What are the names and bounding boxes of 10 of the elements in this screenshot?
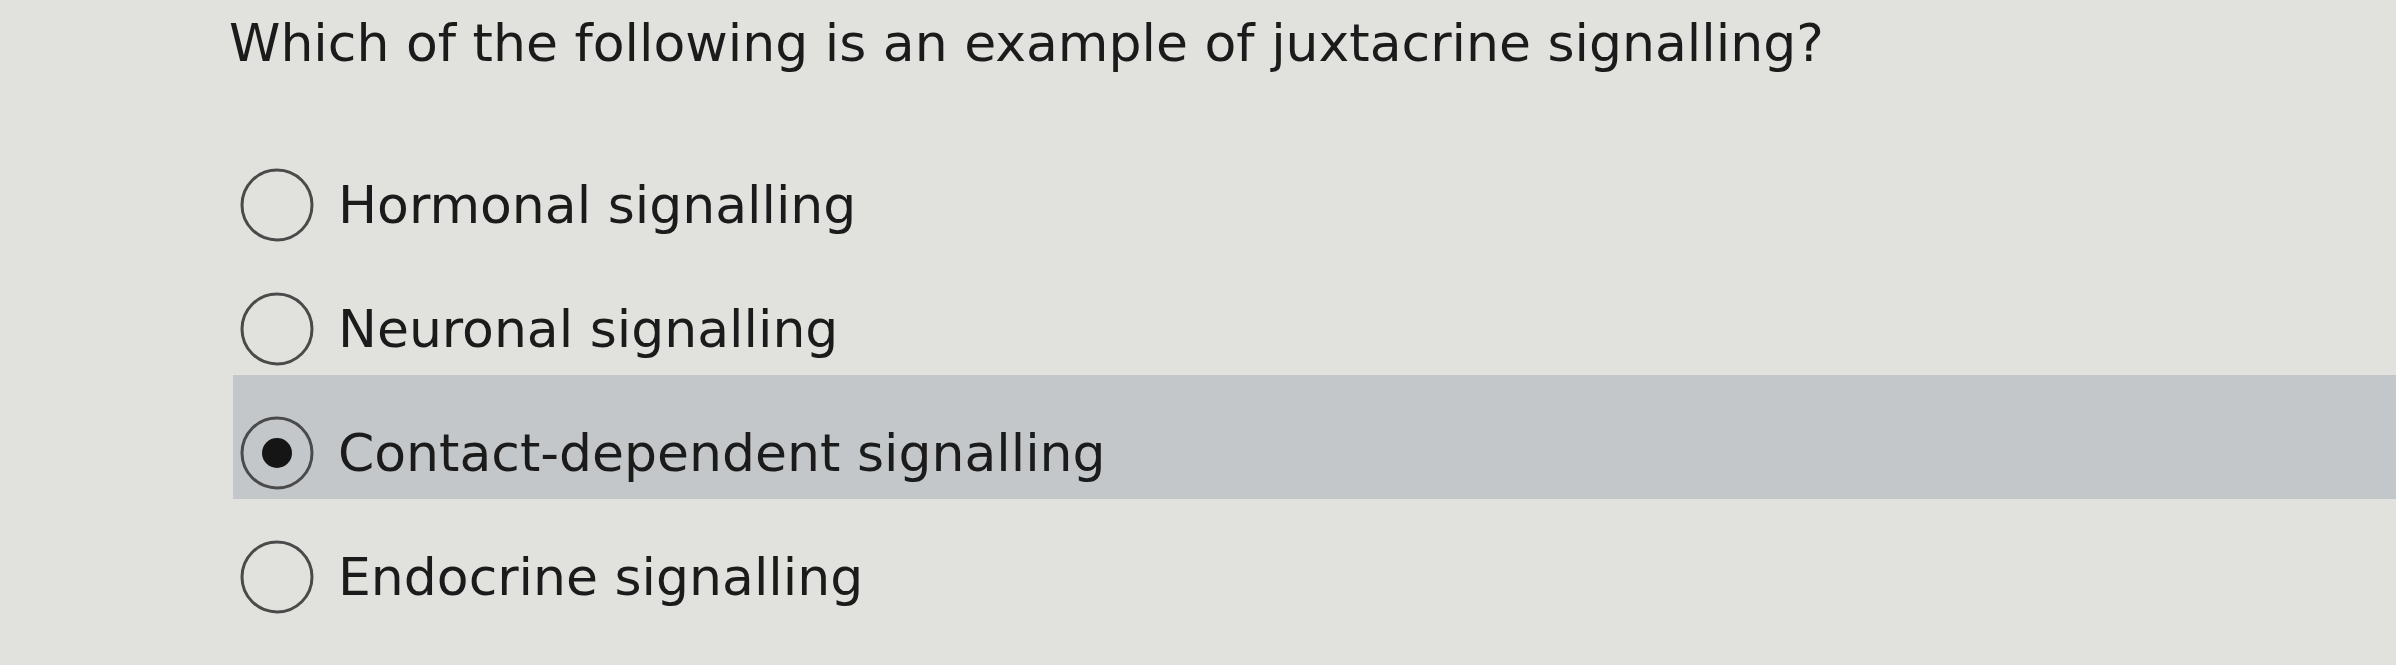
option-label[interactable]: Contact-dependent signalling [338,421,1106,485]
option-label[interactable]: Endocrine signalling [338,545,864,609]
option-label[interactable]: Neuronal signalling [338,297,839,361]
radio-button[interactable] [240,416,314,490]
radio-button[interactable] [240,540,314,614]
radio-button[interactable] [240,168,314,242]
radio-button[interactable] [240,292,314,366]
option-label[interactable]: Hormonal signalling [338,173,857,237]
selected-option-highlight[interactable]: Contact-dependent signalling [233,375,2396,499]
question-text: Which of the following is an example of juxtacrine signalling? [229,12,1824,75]
